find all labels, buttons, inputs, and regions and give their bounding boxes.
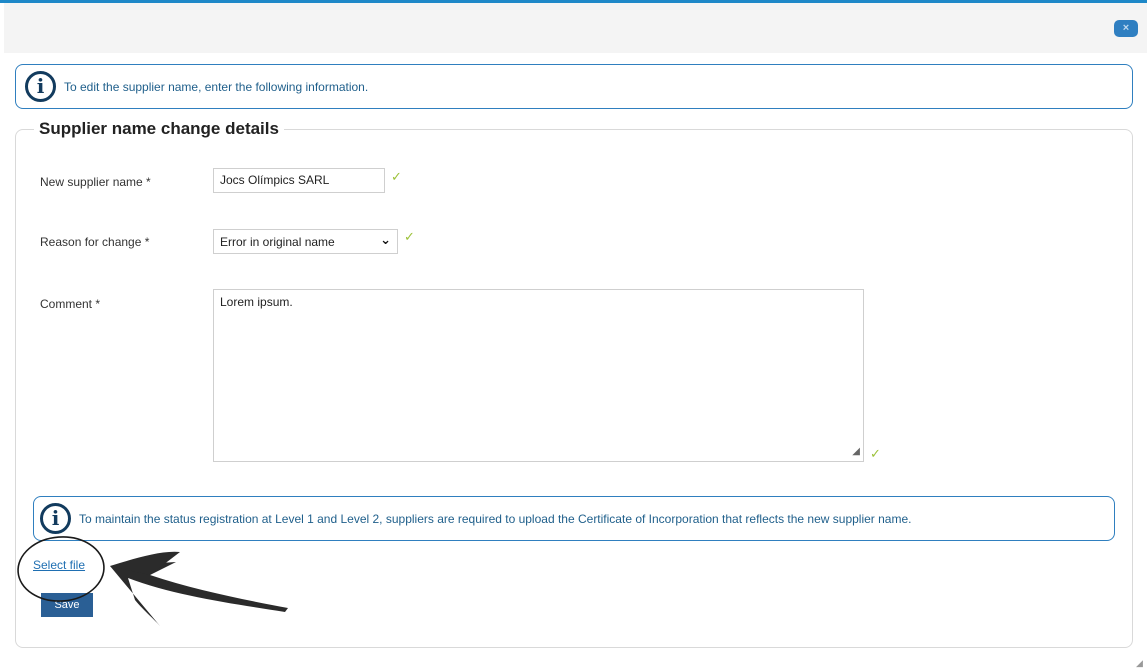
fieldset-legend: Supplier name change details: [34, 119, 284, 139]
checkmark-icon: ✓: [404, 229, 415, 244]
resize-grip-icon[interactable]: ◢: [852, 445, 860, 459]
select-file-link[interactable]: Select file: [33, 558, 85, 572]
dialog-header: [4, 3, 1147, 53]
reason-for-change-label: Reason for change *: [40, 235, 150, 249]
info-banner-bottom: i To maintain the status registration at…: [33, 496, 1115, 541]
checkmark-icon: ✓: [870, 446, 881, 461]
checkmark-icon: ✓: [391, 169, 402, 184]
chevron-down-icon: ⌄: [380, 232, 391, 247]
close-icon: ×: [1122, 22, 1130, 34]
info-banner-text: To edit the supplier name, enter the fol…: [64, 79, 369, 94]
comment-textarea[interactable]: Lorem ipsum. ◢: [213, 289, 864, 462]
reason-for-change-select[interactable]: Error in original name ⌄: [213, 229, 398, 254]
save-button[interactable]: Save: [41, 593, 93, 617]
reason-selected-value: Error in original name: [220, 235, 335, 249]
comment-label: Comment *: [40, 297, 101, 311]
new-supplier-name-label: New supplier name *: [40, 175, 151, 189]
info-banner-top: i To edit the supplier name, enter the f…: [15, 64, 1133, 109]
window-resize-icon[interactable]: ◢: [1136, 658, 1143, 669]
new-supplier-name-input[interactable]: Jocs Olímpics SARL: [213, 168, 385, 193]
info-icon: i: [25, 71, 56, 102]
info-banner-text: To maintain the status registration at L…: [79, 511, 912, 526]
close-button[interactable]: ×: [1114, 20, 1138, 37]
comment-text: Lorem ipsum.: [220, 295, 293, 309]
info-icon: i: [40, 503, 71, 534]
